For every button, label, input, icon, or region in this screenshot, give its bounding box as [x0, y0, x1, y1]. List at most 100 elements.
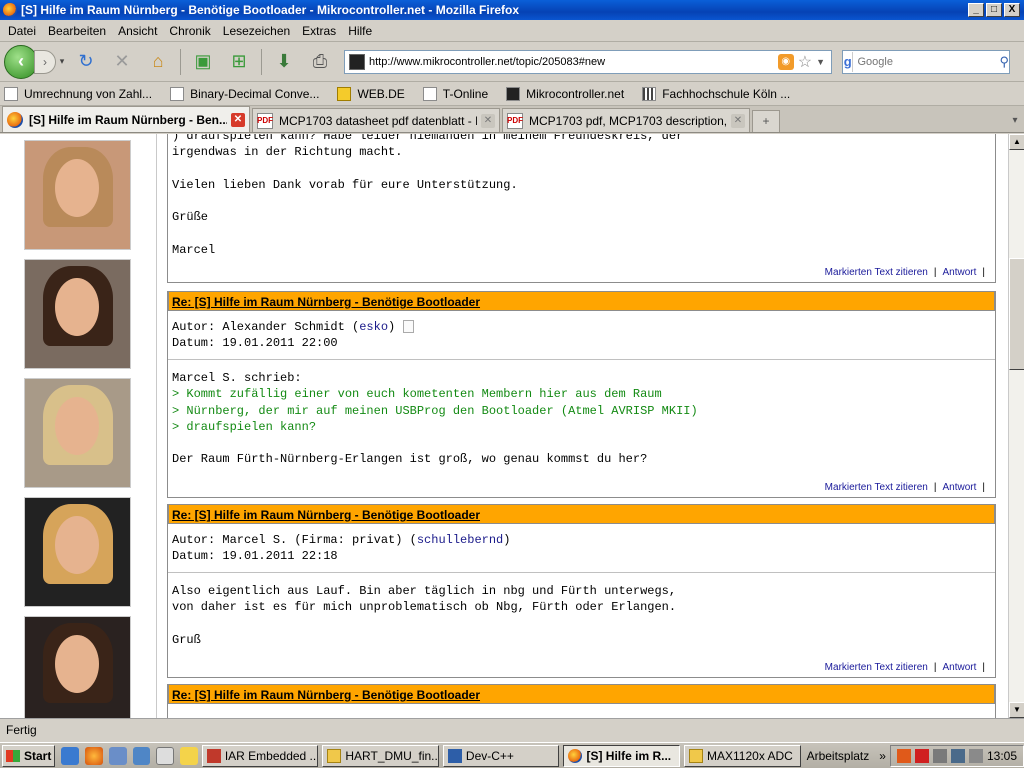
bookmark-item[interactable]: WEB.DE: [337, 86, 405, 101]
close-icon[interactable]: ✕: [481, 113, 495, 128]
task-max1120x[interactable]: MAX1120x ADC: [684, 744, 801, 767]
stop-icon[interactable]: ✕: [110, 50, 134, 74]
bookmark-item[interactable]: Umrechnung von Zahl...: [4, 86, 152, 101]
bookmarks-toolbar: Umrechnung von Zahl... Binary-Decimal Co…: [0, 82, 1024, 106]
webde-icon: [337, 86, 352, 101]
folder-icon: [689, 748, 704, 763]
ad-photo[interactable]: [24, 616, 131, 718]
tray-volume-icon[interactable]: [968, 748, 983, 763]
task-hart-folder[interactable]: HART_DMU_fin...: [322, 744, 439, 767]
search-bar[interactable]: g ⚲: [842, 49, 1010, 74]
quicklaunch-icon[interactable]: [108, 746, 127, 765]
url-dropdown-icon[interactable]: ▼: [816, 57, 825, 67]
rss-icon[interactable]: ◉: [777, 53, 794, 70]
tray-device-icon[interactable]: [932, 748, 947, 763]
ad-photo[interactable]: [24, 140, 131, 250]
messenger-icon[interactable]: [180, 746, 198, 765]
close-icon[interactable]: ✕: [731, 113, 745, 128]
firefox-icon[interactable]: [85, 746, 103, 765]
toolbar-separator: [180, 48, 181, 75]
post-title-link[interactable]: Re: [S] Hilfe im Raum Nürnberg - Benötig…: [172, 688, 480, 702]
google-icon[interactable]: g: [843, 51, 854, 72]
post-header: Re: [S] Hilfe im Raum Nürnberg - Benötig…: [168, 291, 995, 311]
new-tab-button[interactable]: +: [752, 110, 780, 132]
add-tab-icon[interactable]: ⊞: [227, 50, 251, 74]
close-window-button[interactable]: X: [1004, 3, 1020, 17]
star-icon[interactable]: ☆: [798, 52, 812, 72]
menu-ansicht[interactable]: Ansicht: [112, 24, 163, 38]
search-icon[interactable]: ⚲: [999, 54, 1009, 70]
start-button[interactable]: Start: [2, 744, 56, 767]
post-header: Re: [S] Hilfe im Raum Nürnberg - Benötig…: [168, 684, 995, 704]
scroll-down-icon[interactable]: ▼: [1009, 702, 1024, 718]
reload-icon[interactable]: ↻: [74, 50, 98, 74]
post-title-link[interactable]: Re: [S] Hilfe im Raum Nürnberg - Benötig…: [172, 295, 480, 309]
tab-mcp1703-datasheet[interactable]: PDF MCP1703 datasheet pdf datenblatt - M…: [252, 108, 500, 132]
scroll-up-icon[interactable]: ▲: [1009, 134, 1024, 150]
search-input[interactable]: [853, 55, 1000, 68]
tab-hilfe-nuernberg[interactable]: [S] Hilfe im Raum Nürnberg - Ben... ✕: [2, 106, 250, 132]
ad-photo[interactable]: [24, 259, 131, 369]
tray-pdf-icon[interactable]: [914, 748, 929, 763]
reply-link[interactable]: Antwort: [942, 482, 976, 493]
author-link[interactable]: schullebernd: [417, 533, 503, 547]
download-icon[interactable]: ⬇: [272, 50, 296, 74]
post-title-link[interactable]: Re: [S] Hilfe im Raum Nürnberg - Benötig…: [172, 508, 480, 522]
menu-hilfe[interactable]: Hilfe: [342, 24, 378, 38]
navigation-toolbar: ‹ › ▾ ↻ ✕ ⌂ ▣ ⊞ ⬇ ⎙ ◉ ☆ ▼ g ⚲: [0, 42, 1024, 82]
tab-list-icon[interactable]: ▾: [1006, 110, 1024, 132]
forward-icon[interactable]: ›: [34, 49, 56, 74]
scroll-thumb[interactable]: [1009, 258, 1024, 370]
task-iar[interactable]: IAR Embedded ...: [201, 744, 319, 767]
window-title: [S] Hilfe im Raum Nürnberg - Benötige Bo…: [21, 3, 520, 17]
history-dropdown-icon[interactable]: ▾: [56, 56, 68, 67]
menu-bar: Datei Bearbeiten Ansicht Chronik Lesezei…: [0, 20, 1024, 42]
post-actions: Markierten Text zitieren | Antwort |: [824, 482, 985, 493]
tray-network-icon[interactable]: [950, 748, 965, 763]
post-body: ) draufspielen kann? Habe leider niemand…: [172, 134, 684, 258]
ie-icon[interactable]: [61, 746, 80, 765]
bookmark-item[interactable]: Mikrocontroller.net: [506, 86, 624, 101]
workspace-label[interactable]: Arbeitsplatz: [807, 749, 870, 763]
menu-datei[interactable]: Datei: [2, 24, 42, 38]
home-icon[interactable]: ⌂: [146, 50, 170, 74]
quote-link[interactable]: Markierten Text zitieren: [825, 662, 928, 673]
reply-link[interactable]: Antwort: [942, 662, 976, 673]
tray-app-icon[interactable]: [896, 748, 911, 763]
menu-extras[interactable]: Extras: [296, 24, 342, 38]
tab-mcp1703-pdf[interactable]: PDF MCP1703 pdf, MCP1703 description, M.…: [502, 108, 750, 132]
menu-bearbeiten[interactable]: Bearbeiten: [42, 24, 112, 38]
new-bookmark-icon[interactable]: ▣: [191, 50, 215, 74]
quote-link[interactable]: Markierten Text zitieren: [825, 482, 928, 493]
pdf-icon: PDF: [507, 112, 523, 129]
menu-chronik[interactable]: Chronik: [163, 24, 216, 38]
chevron-icon[interactable]: »: [879, 749, 886, 763]
vertical-scrollbar[interactable]: ▲ ▼: [1008, 134, 1024, 718]
document-icon[interactable]: [403, 320, 415, 334]
network-icon[interactable]: [132, 746, 151, 765]
bookmark-item[interactable]: Binary-Decimal Conve...: [170, 86, 319, 101]
menu-lesezeichen[interactable]: Lesezeichen: [217, 24, 296, 38]
task-firefox[interactable]: [S] Hilfe im R...: [563, 744, 681, 767]
post-reply: Re: [S] Hilfe im Raum Nürnberg - Benötig…: [167, 684, 996, 718]
bookmark-item[interactable]: T-Online: [422, 86, 488, 101]
maximize-button[interactable]: □: [986, 3, 1002, 17]
title-bar: [S] Hilfe im Raum Nürnberg - Benötige Bo…: [0, 0, 1024, 20]
fh-koeln-icon: [642, 86, 657, 101]
bookmark-item[interactable]: Fachhochschule Köln ...: [642, 86, 790, 101]
task-devcpp[interactable]: Dev-C++: [442, 744, 560, 767]
ad-photo[interactable]: [24, 378, 131, 488]
print-icon[interactable]: ⎙: [308, 50, 332, 74]
reply-link[interactable]: Antwort: [942, 267, 976, 278]
post-actions: Markierten Text zitieren | Antwort |: [824, 662, 985, 673]
address-bar[interactable]: ◉ ☆ ▼: [344, 49, 832, 74]
minimize-button[interactable]: _: [968, 3, 984, 17]
close-icon[interactable]: ✕: [231, 112, 245, 127]
quote-link[interactable]: Markierten Text zitieren: [825, 267, 928, 278]
windows-flag-icon: [5, 749, 20, 762]
ad-photo[interactable]: [24, 497, 131, 607]
back-icon[interactable]: ‹: [4, 44, 38, 79]
calculator-icon[interactable]: [156, 746, 175, 765]
url-input[interactable]: [369, 55, 778, 68]
author-link[interactable]: esko: [359, 320, 388, 334]
